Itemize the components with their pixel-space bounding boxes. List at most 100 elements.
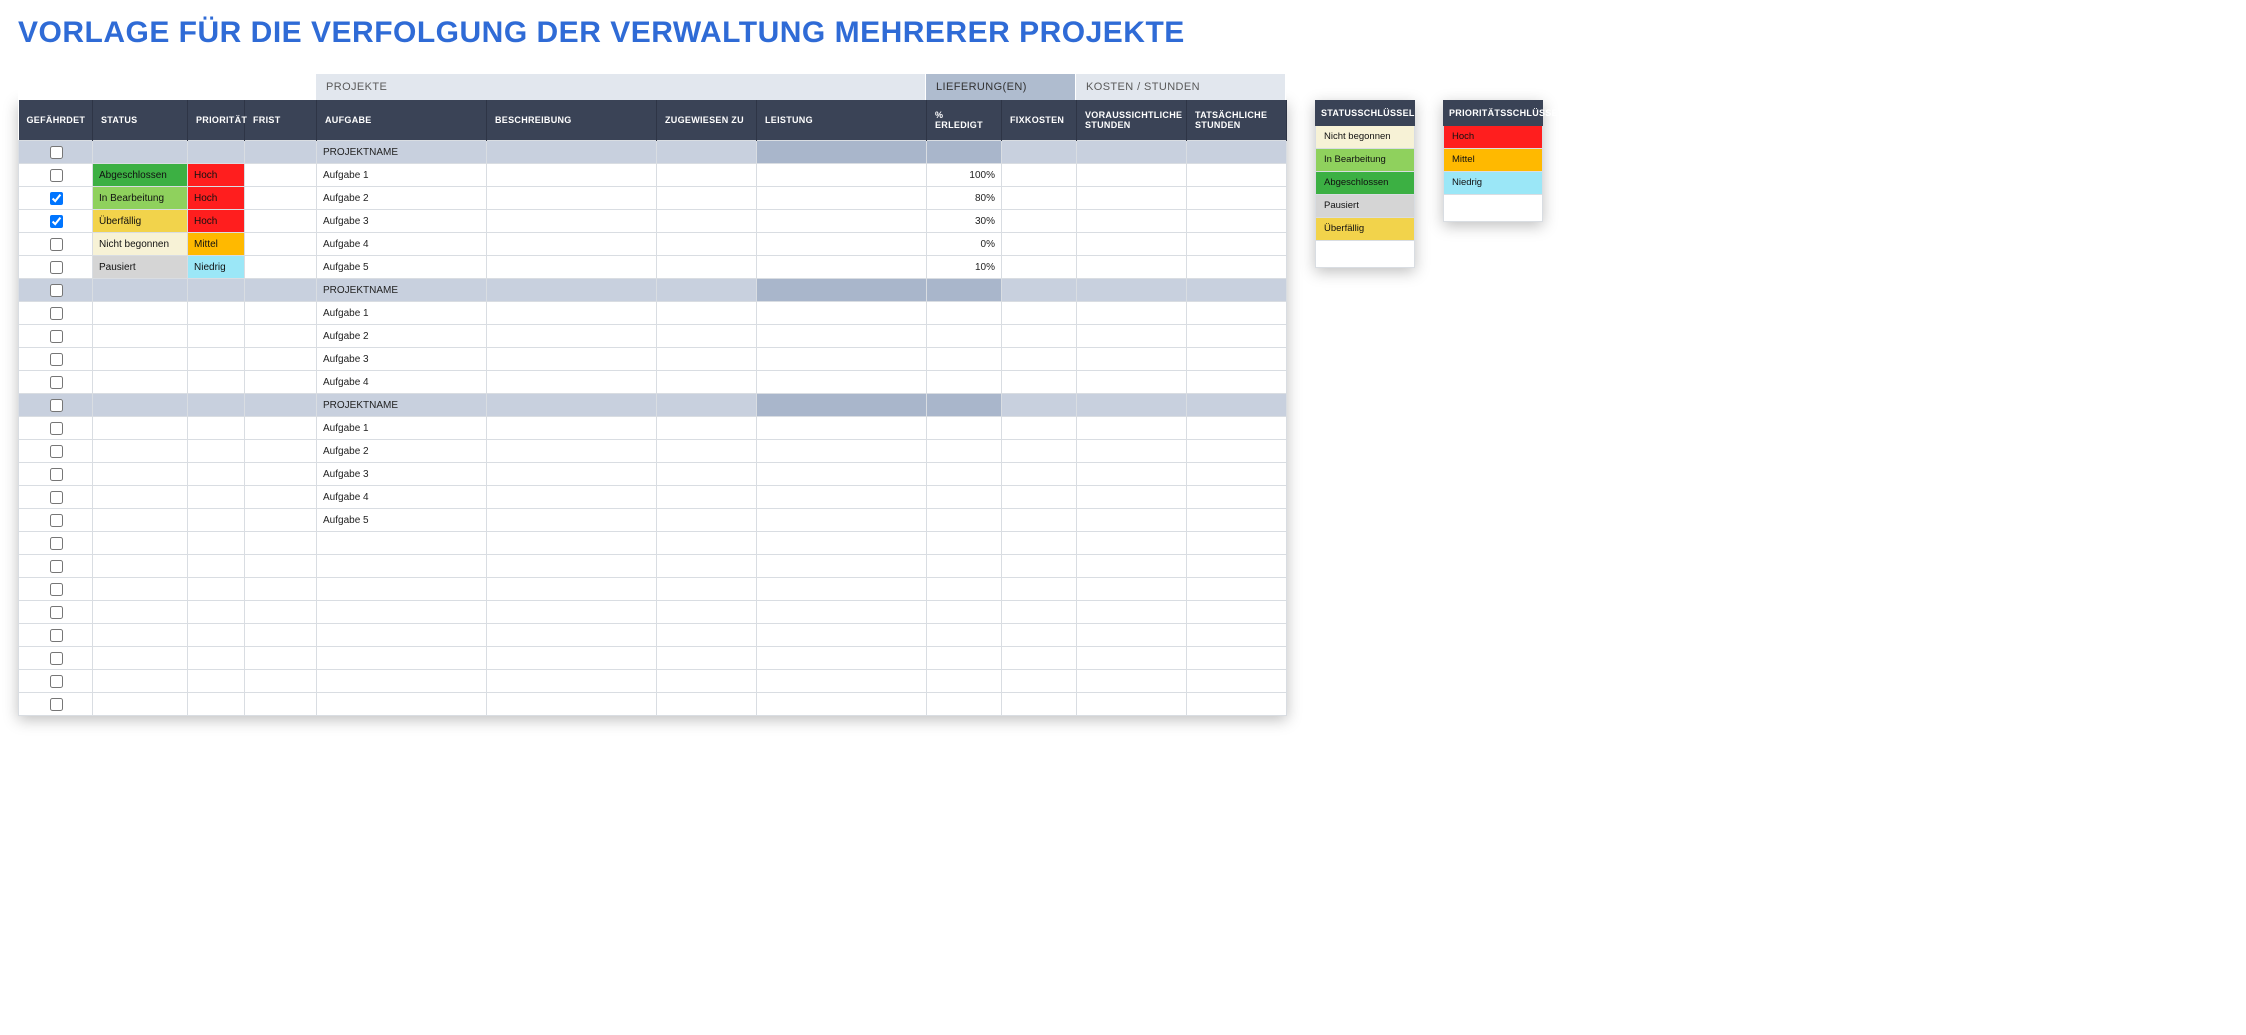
description-cell[interactable] [487, 463, 657, 486]
actual-hours-cell[interactable] [1187, 647, 1287, 670]
performance-cell[interactable] [757, 555, 927, 578]
deadline-cell[interactable] [245, 624, 317, 647]
risk-checkbox[interactable] [50, 376, 63, 389]
percent-done-cell[interactable]: 0% [927, 233, 1002, 256]
status-cell[interactable] [93, 279, 188, 302]
deadline-cell[interactable] [245, 256, 317, 279]
actual-hours-cell[interactable] [1187, 394, 1287, 417]
description-cell[interactable] [487, 210, 657, 233]
assigned-cell[interactable] [657, 578, 757, 601]
description-cell[interactable] [487, 256, 657, 279]
assigned-cell[interactable] [657, 256, 757, 279]
deadline-cell[interactable] [245, 440, 317, 463]
description-cell[interactable] [487, 647, 657, 670]
status-cell[interactable]: Pausiert [93, 256, 188, 279]
task-cell[interactable]: PROJEKTNAME [317, 394, 487, 417]
percent-done-cell[interactable] [927, 624, 1002, 647]
fixed-costs-cell[interactable] [1002, 210, 1077, 233]
actual-hours-cell[interactable] [1187, 670, 1287, 693]
performance-cell[interactable] [757, 348, 927, 371]
performance-cell[interactable] [757, 279, 927, 302]
deadline-cell[interactable] [245, 486, 317, 509]
task-cell[interactable]: Aufgabe 3 [317, 210, 487, 233]
fixed-costs-cell[interactable] [1002, 187, 1077, 210]
priority-cell[interactable] [188, 141, 245, 164]
risk-checkbox[interactable] [50, 445, 63, 458]
status-cell[interactable] [93, 509, 188, 532]
status-cell[interactable] [93, 647, 188, 670]
performance-cell[interactable] [757, 302, 927, 325]
status-cell[interactable] [93, 532, 188, 555]
deadline-cell[interactable] [245, 693, 317, 716]
actual-hours-cell[interactable] [1187, 141, 1287, 164]
risk-checkbox[interactable] [50, 238, 63, 251]
priority-cell[interactable] [188, 578, 245, 601]
deadline-cell[interactable] [245, 141, 317, 164]
assigned-cell[interactable] [657, 463, 757, 486]
assigned-cell[interactable] [657, 624, 757, 647]
actual-hours-cell[interactable] [1187, 302, 1287, 325]
performance-cell[interactable] [757, 647, 927, 670]
priority-cell[interactable]: Hoch [188, 187, 245, 210]
actual-hours-cell[interactable] [1187, 233, 1287, 256]
risk-checkbox[interactable] [50, 422, 63, 435]
risk-checkbox[interactable] [50, 675, 63, 688]
assigned-cell[interactable] [657, 647, 757, 670]
task-cell[interactable]: PROJEKTNAME [317, 141, 487, 164]
actual-hours-cell[interactable] [1187, 555, 1287, 578]
task-cell[interactable] [317, 555, 487, 578]
task-cell[interactable] [317, 624, 487, 647]
description-cell[interactable] [487, 187, 657, 210]
risk-checkbox[interactable] [50, 353, 63, 366]
task-cell[interactable]: Aufgabe 5 [317, 256, 487, 279]
description-cell[interactable] [487, 440, 657, 463]
priority-cell[interactable] [188, 647, 245, 670]
status-cell[interactable] [93, 417, 188, 440]
priority-cell[interactable] [188, 371, 245, 394]
deadline-cell[interactable] [245, 279, 317, 302]
actual-hours-cell[interactable] [1187, 486, 1287, 509]
task-cell[interactable]: Aufgabe 1 [317, 417, 487, 440]
fixed-costs-cell[interactable] [1002, 233, 1077, 256]
actual-hours-cell[interactable] [1187, 371, 1287, 394]
performance-cell[interactable] [757, 601, 927, 624]
deadline-cell[interactable] [245, 371, 317, 394]
description-cell[interactable] [487, 302, 657, 325]
task-cell[interactable] [317, 647, 487, 670]
est-hours-cell[interactable] [1077, 486, 1187, 509]
priority-cell[interactable] [188, 532, 245, 555]
priority-cell[interactable] [188, 509, 245, 532]
actual-hours-cell[interactable] [1187, 256, 1287, 279]
est-hours-cell[interactable] [1077, 693, 1187, 716]
est-hours-cell[interactable] [1077, 279, 1187, 302]
actual-hours-cell[interactable] [1187, 417, 1287, 440]
performance-cell[interactable] [757, 187, 927, 210]
task-cell[interactable]: Aufgabe 1 [317, 164, 487, 187]
percent-done-cell[interactable]: 10% [927, 256, 1002, 279]
priority-cell[interactable]: Niedrig [188, 256, 245, 279]
est-hours-cell[interactable] [1077, 463, 1187, 486]
priority-cell[interactable] [188, 693, 245, 716]
performance-cell[interactable] [757, 440, 927, 463]
priority-cell[interactable] [188, 555, 245, 578]
est-hours-cell[interactable] [1077, 164, 1187, 187]
percent-done-cell[interactable] [927, 325, 1002, 348]
est-hours-cell[interactable] [1077, 348, 1187, 371]
fixed-costs-cell[interactable] [1002, 394, 1077, 417]
task-cell[interactable]: Aufgabe 1 [317, 302, 487, 325]
fixed-costs-cell[interactable] [1002, 555, 1077, 578]
description-cell[interactable] [487, 394, 657, 417]
fixed-costs-cell[interactable] [1002, 164, 1077, 187]
est-hours-cell[interactable] [1077, 624, 1187, 647]
assigned-cell[interactable] [657, 210, 757, 233]
percent-done-cell[interactable] [927, 532, 1002, 555]
description-cell[interactable] [487, 532, 657, 555]
est-hours-cell[interactable] [1077, 210, 1187, 233]
assigned-cell[interactable] [657, 440, 757, 463]
assigned-cell[interactable] [657, 555, 757, 578]
actual-hours-cell[interactable] [1187, 187, 1287, 210]
task-cell[interactable]: PROJEKTNAME [317, 279, 487, 302]
est-hours-cell[interactable] [1077, 670, 1187, 693]
assigned-cell[interactable] [657, 601, 757, 624]
percent-done-cell[interactable] [927, 601, 1002, 624]
